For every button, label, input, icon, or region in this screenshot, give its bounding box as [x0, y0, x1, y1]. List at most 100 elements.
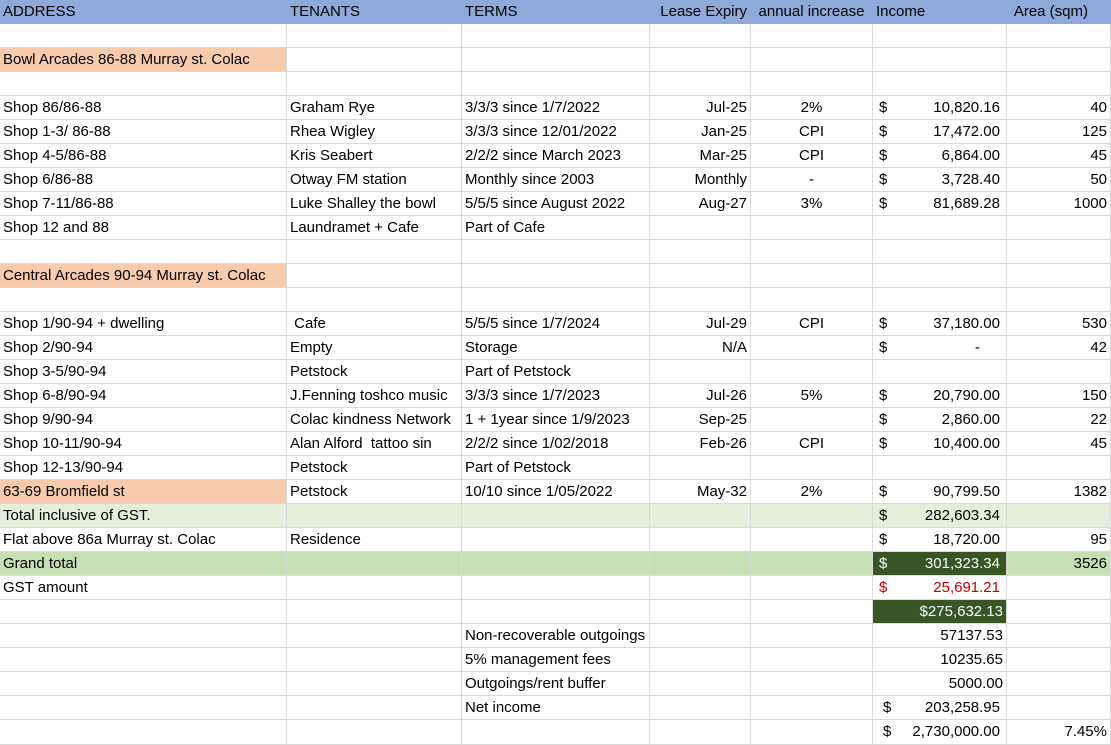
- gst-amount-cell[interactable]: $25,691.21: [873, 576, 1007, 600]
- cell[interactable]: [287, 240, 462, 264]
- expiry-cell[interactable]: Mar-25: [650, 144, 751, 168]
- income-cell[interactable]: $3,728.40: [873, 168, 1007, 192]
- tenant-cell[interactable]: Residence: [287, 528, 462, 552]
- section-title[interactable]: Bowl Arcades 86-88 Murray st. Colac: [0, 48, 287, 72]
- gst-amount-label[interactable]: GST amount: [0, 576, 287, 600]
- cell[interactable]: [287, 600, 462, 624]
- area-cell[interactable]: 150: [1007, 384, 1111, 408]
- increase-cell[interactable]: [751, 216, 873, 240]
- area-cell[interactable]: 22: [1007, 408, 1111, 432]
- cell[interactable]: [650, 288, 751, 312]
- expiry-cell[interactable]: May-32: [650, 480, 751, 504]
- ex-gst-total-cell[interactable]: $275,632.13: [873, 600, 1007, 624]
- cell[interactable]: [751, 24, 873, 48]
- cell[interactable]: [1007, 672, 1111, 696]
- increase-cell[interactable]: [751, 408, 873, 432]
- section-title[interactable]: Central Arcades 90-94 Murray st. Colac: [0, 264, 287, 288]
- expiry-cell[interactable]: [650, 216, 751, 240]
- outgoing-label[interactable]: 5% management fees: [462, 648, 650, 672]
- property-value-cell[interactable]: $2,730,000.00: [873, 720, 1007, 745]
- area-cell[interactable]: [1007, 456, 1111, 480]
- address-cell[interactable]: Shop 6/86-88: [0, 168, 287, 192]
- address-cell[interactable]: Flat above 86a Murray st. Colac: [0, 528, 287, 552]
- tenant-cell[interactable]: Cafe: [287, 312, 462, 336]
- cell[interactable]: [751, 720, 873, 745]
- cell[interactable]: [650, 648, 751, 672]
- cell[interactable]: [1007, 696, 1111, 720]
- cell[interactable]: [751, 624, 873, 648]
- cell[interactable]: [650, 24, 751, 48]
- tenant-cell[interactable]: Empty: [287, 336, 462, 360]
- cell[interactable]: [650, 600, 751, 624]
- cell[interactable]: [650, 72, 751, 96]
- income-cell[interactable]: $20,790.00: [873, 384, 1007, 408]
- area-cell[interactable]: 40: [1007, 96, 1111, 120]
- cell[interactable]: [0, 24, 287, 48]
- terms-cell[interactable]: Part of Petstock: [462, 456, 650, 480]
- cell[interactable]: [873, 264, 1007, 288]
- address-cell[interactable]: Shop 12-13/90-94: [0, 456, 287, 480]
- cell[interactable]: [650, 528, 751, 552]
- area-cell[interactable]: 1382: [1007, 480, 1111, 504]
- area-cell[interactable]: 42: [1007, 336, 1111, 360]
- area-cell[interactable]: 125: [1007, 120, 1111, 144]
- area-cell[interactable]: 50: [1007, 168, 1111, 192]
- increase-cell[interactable]: 3%: [751, 192, 873, 216]
- cell[interactable]: [650, 504, 751, 528]
- tenant-cell[interactable]: Petstock: [287, 456, 462, 480]
- income-cell[interactable]: $81,689.28: [873, 192, 1007, 216]
- header-terms[interactable]: TERMS: [462, 0, 650, 24]
- cell[interactable]: [650, 720, 751, 745]
- cell[interactable]: [0, 720, 287, 745]
- increase-cell[interactable]: [751, 336, 873, 360]
- area-cell[interactable]: 1000: [1007, 192, 1111, 216]
- cell[interactable]: [751, 288, 873, 312]
- cell[interactable]: [1007, 24, 1111, 48]
- outgoing-label[interactable]: Outgoings/rent buffer: [462, 672, 650, 696]
- cell[interactable]: [0, 696, 287, 720]
- cell[interactable]: [1007, 624, 1111, 648]
- cell[interactable]: [462, 288, 650, 312]
- area-cell[interactable]: [1007, 360, 1111, 384]
- cell[interactable]: [650, 672, 751, 696]
- cell[interactable]: [751, 72, 873, 96]
- terms-cell[interactable]: 2/2/2 since 1/02/2018: [462, 432, 650, 456]
- income-cell[interactable]: [873, 456, 1007, 480]
- cell[interactable]: [1007, 48, 1111, 72]
- cell[interactable]: [873, 288, 1007, 312]
- area-cell[interactable]: 45: [1007, 432, 1111, 456]
- address-cell[interactable]: Shop 10-11/90-94: [0, 432, 287, 456]
- cell[interactable]: [650, 240, 751, 264]
- terms-cell[interactable]: 1 + 1year since 1/9/2023: [462, 408, 650, 432]
- increase-cell[interactable]: 5%: [751, 384, 873, 408]
- cell[interactable]: [287, 624, 462, 648]
- cell[interactable]: [751, 576, 873, 600]
- cell[interactable]: [287, 696, 462, 720]
- tenant-cell[interactable]: Rhea Wigley: [287, 120, 462, 144]
- cell[interactable]: [1007, 288, 1111, 312]
- cell[interactable]: [462, 504, 650, 528]
- cell[interactable]: [462, 24, 650, 48]
- income-cell[interactable]: $90,799.50: [873, 480, 1007, 504]
- total-gst-income-cell[interactable]: $282,603.34: [873, 504, 1007, 528]
- cell[interactable]: [0, 240, 287, 264]
- total-gst-label[interactable]: Total inclusive of GST.: [0, 504, 287, 528]
- tenant-cell[interactable]: Otway FM station: [287, 168, 462, 192]
- increase-cell[interactable]: -: [751, 168, 873, 192]
- increase-cell[interactable]: 2%: [751, 96, 873, 120]
- grand-total-label[interactable]: Grand total: [0, 552, 287, 576]
- cell[interactable]: [1007, 576, 1111, 600]
- cell[interactable]: [751, 264, 873, 288]
- cell[interactable]: [650, 48, 751, 72]
- cell[interactable]: [751, 48, 873, 72]
- tenant-cell[interactable]: J.Fenning toshco music: [287, 384, 462, 408]
- expiry-cell[interactable]: Sep-25: [650, 408, 751, 432]
- increase-cell[interactable]: 2%: [751, 480, 873, 504]
- expiry-cell[interactable]: Aug-27: [650, 192, 751, 216]
- outgoing-value[interactable]: 57137.53: [873, 624, 1007, 648]
- area-cell[interactable]: [1007, 216, 1111, 240]
- spreadsheet-grid[interactable]: ADDRESS TENANTS TERMS Lease Expiry annua…: [0, 0, 1111, 745]
- cell[interactable]: [287, 648, 462, 672]
- cell[interactable]: [462, 264, 650, 288]
- terms-cell[interactable]: Monthly since 2003: [462, 168, 650, 192]
